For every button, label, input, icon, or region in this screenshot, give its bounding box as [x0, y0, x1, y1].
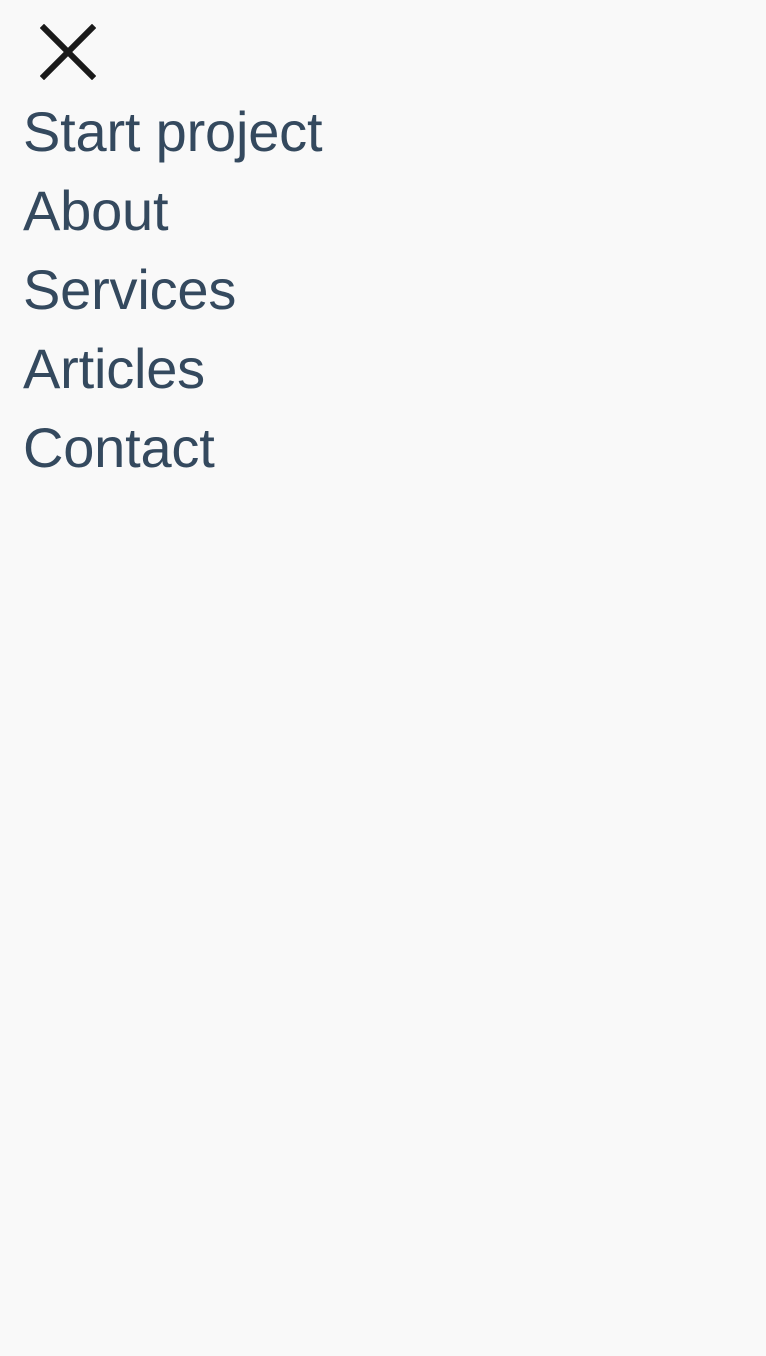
services-link[interactable]: Services	[23, 250, 236, 329]
about-link[interactable]: About	[23, 171, 169, 250]
articles-link[interactable]: Articles	[23, 329, 205, 408]
menu-item-contact: Contact	[23, 408, 322, 487]
menu-item-services: Services	[23, 250, 322, 329]
nav-menu: Start project About Services Articles Co…	[23, 92, 323, 487]
mobile-nav-overlay: Start project About Services Articles Co…	[0, 0, 766, 1356]
menu-item-articles: Articles	[23, 329, 322, 408]
contact-link[interactable]: Contact	[23, 408, 215, 487]
menu-item-about: About	[23, 171, 322, 250]
start-project-link[interactable]: Start project	[23, 92, 323, 171]
close-icon	[40, 24, 96, 80]
menu-item-start-project: Start project	[23, 92, 323, 171]
close-menu-button[interactable]	[30, 16, 106, 86]
